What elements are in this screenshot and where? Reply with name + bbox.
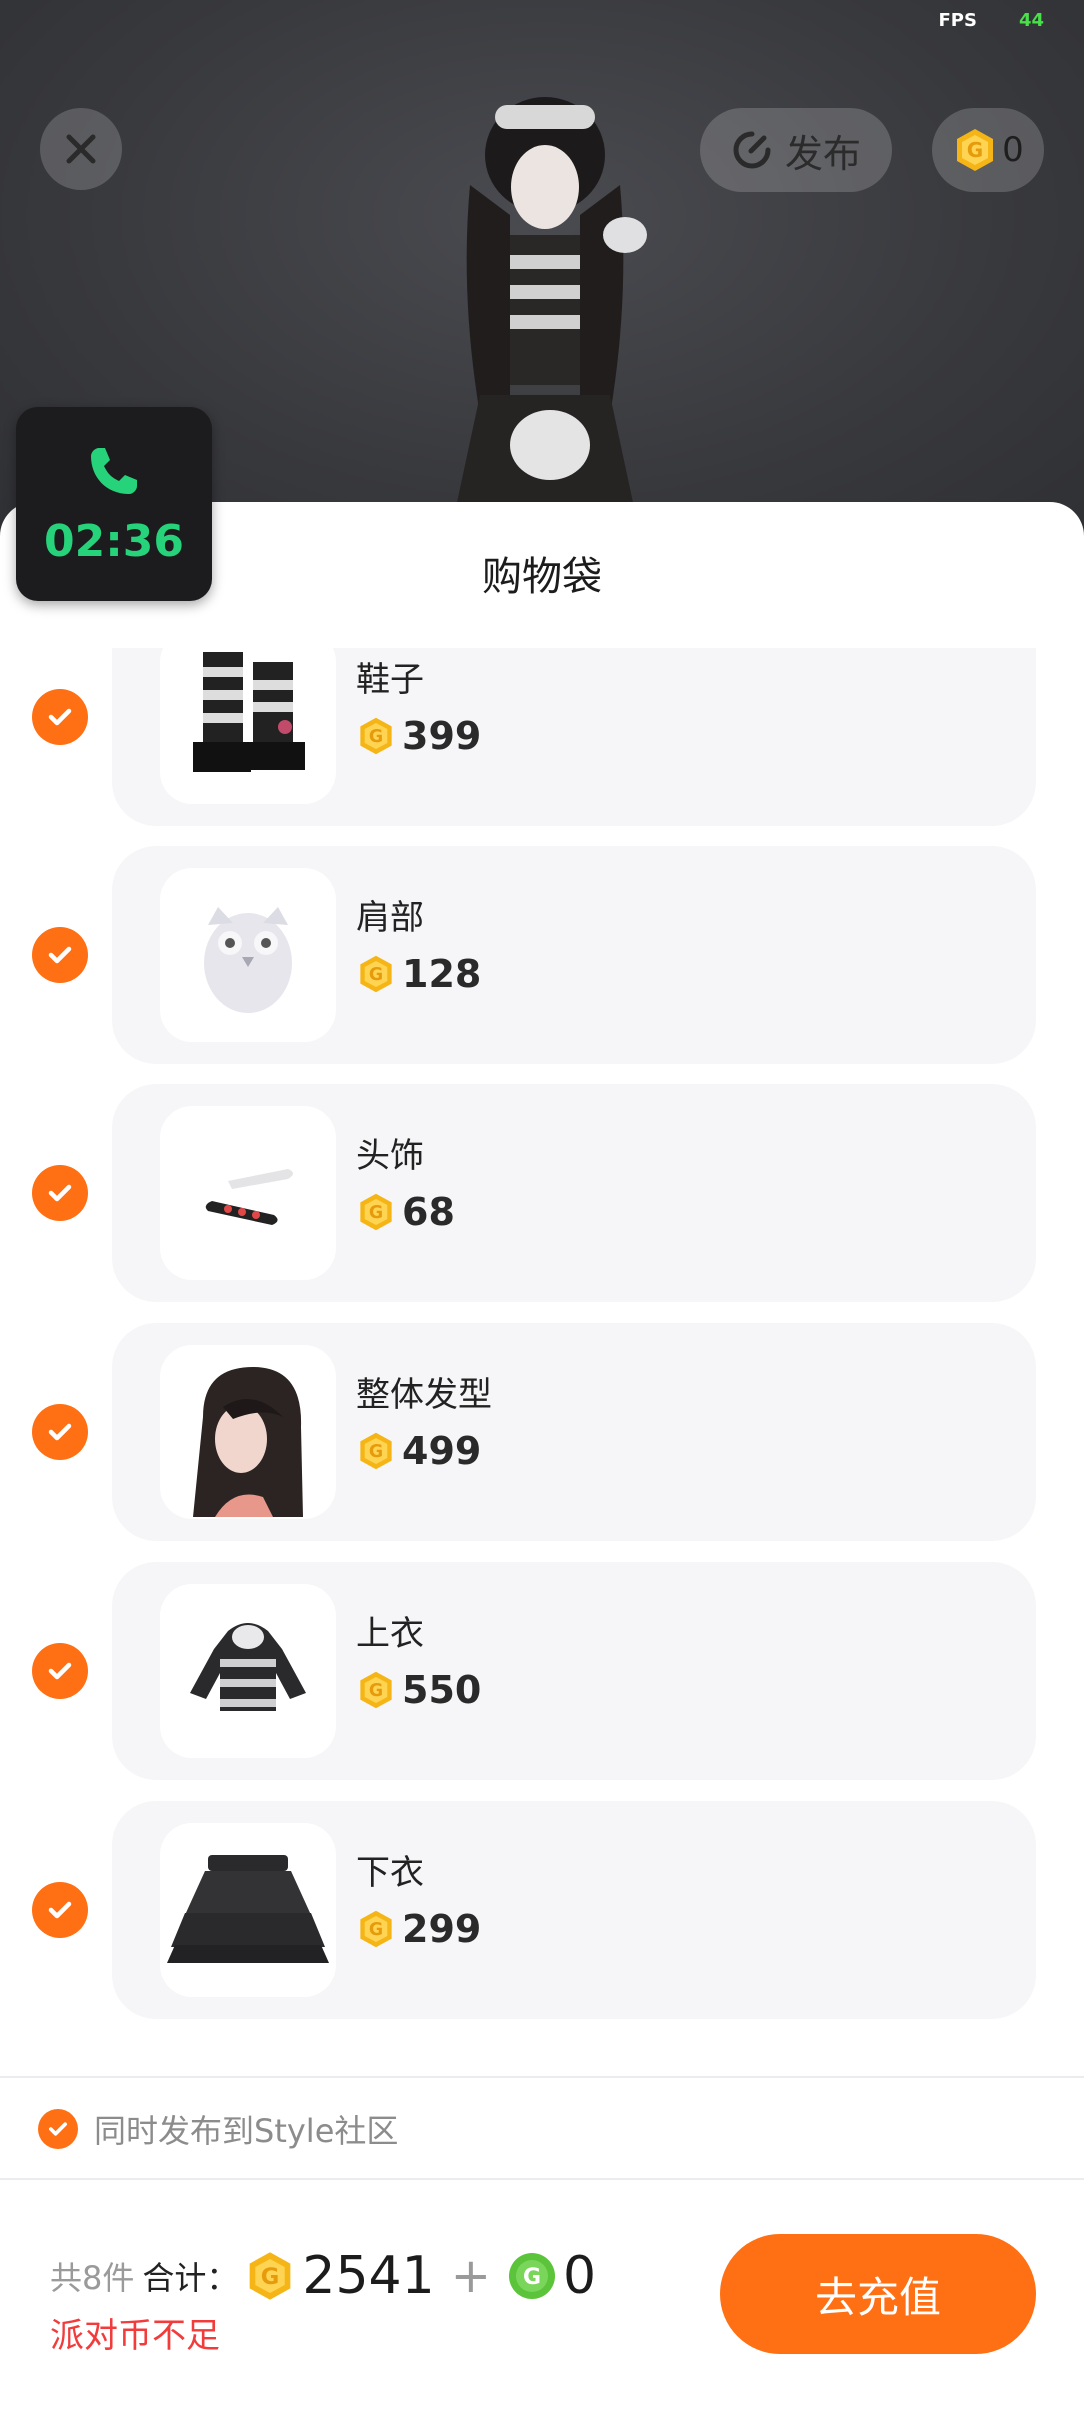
item-name: 鞋子 xyxy=(356,660,424,700)
item-name: 头饰 xyxy=(356,1136,424,1176)
item-price: G 499 xyxy=(356,1429,481,1473)
party-coin-icon: G xyxy=(360,717,392,755)
item-name: 上衣 xyxy=(356,1614,424,1654)
publish-button[interactable]: 发布 xyxy=(700,108,892,192)
checked-icon[interactable] xyxy=(32,1404,88,1460)
svg-text:G: G xyxy=(261,2264,280,2290)
svg-text:G: G xyxy=(369,965,383,985)
list-item[interactable]: 下衣 G 299 xyxy=(0,1801,1084,2019)
checked-icon[interactable] xyxy=(32,689,88,745)
item-price-value: 499 xyxy=(402,1429,482,1473)
checked-icon[interactable] xyxy=(32,927,88,983)
party-coin-icon: G xyxy=(360,1432,392,1470)
list-item[interactable]: 上衣 G 550 xyxy=(0,1562,1084,1780)
coin-balance-button[interactable]: G 0 xyxy=(932,108,1044,192)
checked-icon[interactable] xyxy=(38,2109,78,2149)
item-name: 下衣 xyxy=(356,1853,424,1893)
checked-icon[interactable] xyxy=(32,1882,88,1938)
list-item[interactable]: 肩部 G 128 xyxy=(0,846,1084,1064)
close-button[interactable] xyxy=(40,108,122,190)
insufficient-warning: 派对币不足 xyxy=(50,2316,220,2356)
fps-value: 44 xyxy=(1018,10,1044,31)
item-price-value: 128 xyxy=(402,952,482,996)
item-price: G 128 xyxy=(356,952,481,996)
party-coin-icon: G xyxy=(360,1193,392,1231)
divider xyxy=(0,2178,1084,2180)
recharge-button[interactable]: 去充值 xyxy=(720,2234,1036,2354)
fps-label: FPS xyxy=(938,10,977,31)
skirt-icon xyxy=(160,1823,336,1997)
owl-icon xyxy=(160,868,336,1042)
svg-text:G: G xyxy=(523,2265,541,2290)
coin-balance-value: 0 xyxy=(1002,130,1024,170)
item-price-value: 550 xyxy=(402,1668,482,1712)
checked-icon[interactable] xyxy=(32,1165,88,1221)
svg-text:G: G xyxy=(369,727,383,747)
svg-text:G: G xyxy=(369,1920,383,1940)
item-price: G 399 xyxy=(356,714,481,758)
publish-icon xyxy=(733,131,771,169)
community-label: 同时发布到Style社区 xyxy=(94,2112,399,2150)
total-label: 合计： xyxy=(142,2259,239,2297)
divider xyxy=(0,2076,1084,2078)
phone-icon xyxy=(91,447,137,494)
call-duration: 02:36 xyxy=(43,515,185,567)
party-coin-icon: G xyxy=(957,129,994,171)
svg-text:G: G xyxy=(967,138,983,162)
item-name: 肩部 xyxy=(356,898,424,938)
item-price-value: 299 xyxy=(402,1907,482,1951)
party-coin-icon: G xyxy=(360,955,392,993)
call-widget[interactable]: 02:36 xyxy=(16,407,212,601)
item-list[interactable]: 鞋子 G 399 肩部 G 128 头饰 G 68 整体发型 G 499 上衣 … xyxy=(0,648,1084,2028)
avatar-figure xyxy=(450,97,647,535)
plus-sign: + xyxy=(450,2248,491,2304)
publish-label: 发布 xyxy=(784,131,861,176)
close-icon xyxy=(66,134,96,164)
item-price: G 68 xyxy=(356,1190,455,1234)
coin-total: 2541 xyxy=(302,2246,435,2306)
item-name: 整体发型 xyxy=(356,1375,492,1415)
item-count: 共8件 xyxy=(50,2259,135,2297)
item-price: G 550 xyxy=(356,1668,481,1712)
fps-counter: FPS 44 xyxy=(938,10,1044,31)
green-coin-icon: G xyxy=(508,2253,555,2299)
publish-to-community-option[interactable]: 同时发布到Style社区 xyxy=(38,2106,398,2152)
party-coin-icon: G xyxy=(360,1671,392,1709)
item-price-value: 399 xyxy=(402,714,482,758)
hoodie-icon xyxy=(160,1584,336,1758)
svg-text:G: G xyxy=(369,1681,383,1701)
svg-text:G: G xyxy=(369,1442,383,1462)
list-item[interactable]: 头饰 G 68 xyxy=(0,1084,1084,1302)
party-coin-icon: G xyxy=(360,1910,392,1948)
checked-icon[interactable] xyxy=(32,1643,88,1699)
hair-icon xyxy=(160,1345,336,1519)
svg-text:G: G xyxy=(369,1203,383,1223)
list-item[interactable]: 鞋子 G 399 xyxy=(0,648,1084,826)
green-total: 0 xyxy=(562,2246,597,2306)
item-price-value: 68 xyxy=(402,1190,455,1234)
hairclip-icon xyxy=(160,1106,336,1280)
party-coin-icon: G xyxy=(250,2252,291,2300)
boots-icon xyxy=(160,648,336,804)
order-summary: 共8件 合计： G 2541 + G 0 派对币不足 xyxy=(50,2246,596,2357)
item-price: G 299 xyxy=(356,1907,481,1951)
list-item[interactable]: 整体发型 G 499 xyxy=(0,1323,1084,1541)
